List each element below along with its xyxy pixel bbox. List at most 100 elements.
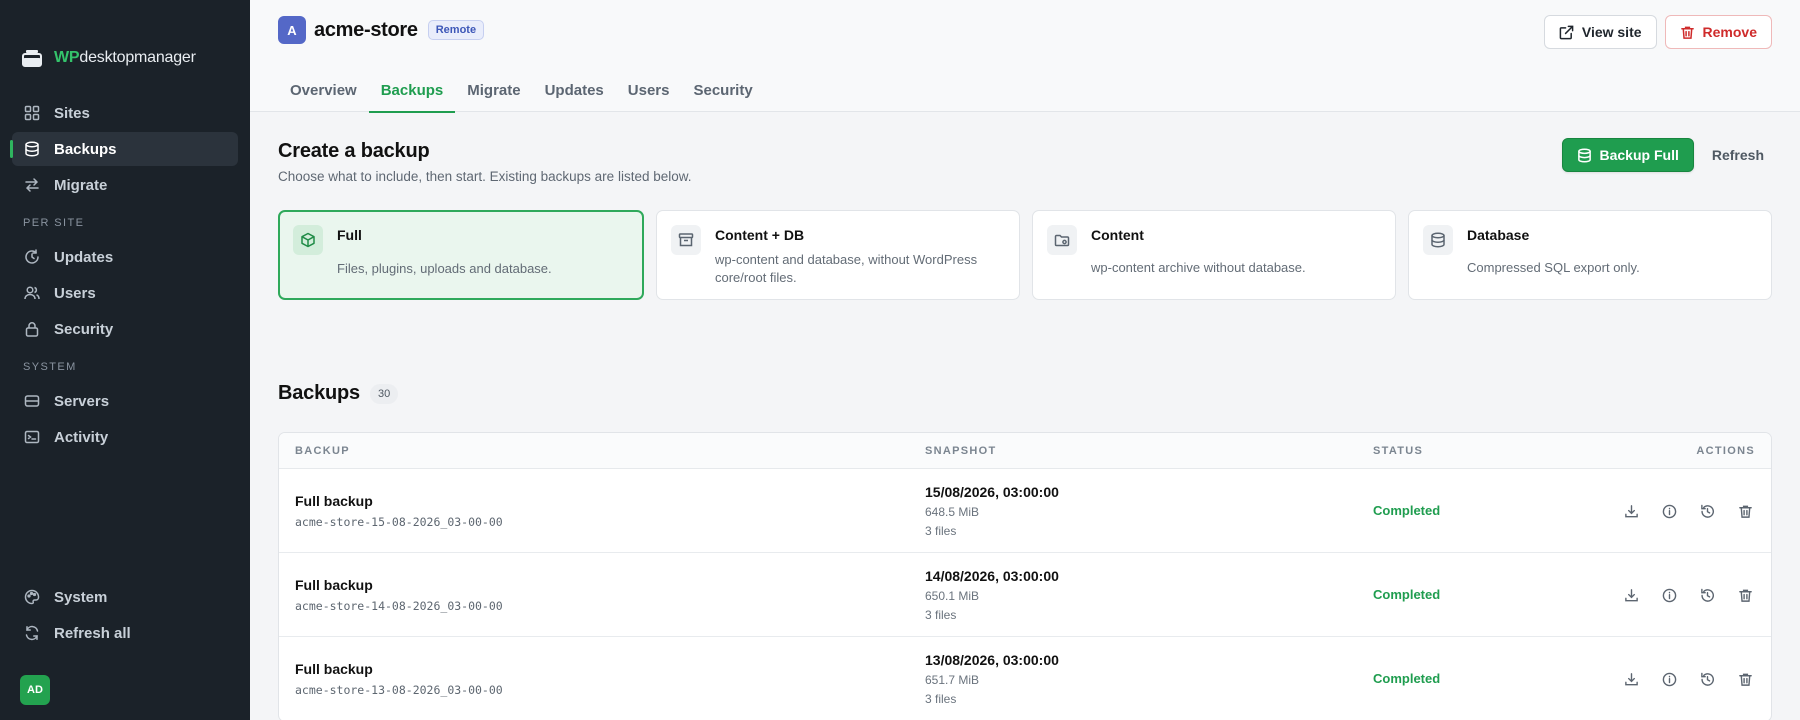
row-actions (1619, 667, 1757, 691)
sidebar-item-sites[interactable]: Sites (12, 96, 238, 130)
refresh-button[interactable]: Refresh (1704, 138, 1772, 172)
option-title: Full (337, 227, 362, 243)
snapshot-size: 648.5 MiB (925, 505, 980, 519)
sidebar-item-updates[interactable]: Updates (12, 240, 238, 274)
sidebar-item-refresh-all[interactable]: Refresh all (12, 616, 238, 650)
snapshot-size: 650.1 MiB (925, 589, 980, 603)
status-badge: Completed (1373, 503, 1441, 518)
tab-security[interactable]: Security (681, 76, 764, 112)
row-actions (1619, 499, 1757, 523)
sidebar-item-label: Backups (54, 140, 117, 158)
info-icon[interactable] (1657, 499, 1681, 523)
backups-page: Create a backup Choose what to include, … (278, 112, 1773, 720)
refresh-icon (24, 625, 40, 641)
download-icon[interactable] (1619, 667, 1643, 691)
tab-backups[interactable]: Backups (368, 76, 456, 113)
brand-logo-icon (22, 48, 42, 68)
database-icon (24, 141, 40, 157)
option-title: Database (1467, 227, 1530, 243)
snapshot-files: 3 files (925, 692, 957, 706)
database-icon (1423, 225, 1453, 255)
cube-icon (293, 225, 323, 255)
table-row: Full backup acme-store-15-08-2026_03-00-… (279, 469, 1771, 553)
backup-option-content-db[interactable]: Content + DB wp-content and database, wi… (656, 210, 1020, 300)
archive-icon (671, 225, 701, 255)
sidebar-item-system[interactable]: System (12, 580, 238, 614)
trash-icon[interactable] (1733, 667, 1757, 691)
column-header-backup: BACKUP (295, 444, 350, 457)
sidebar-item-activity[interactable]: Activity (12, 420, 238, 454)
backup-id: acme-store-13-08-2026_03-00-00 (295, 683, 503, 697)
sidebar-section-system: SYSTEM (23, 361, 77, 373)
snapshot-date: 14/08/2026, 03:00:00 (925, 568, 1059, 584)
sidebar-item-users[interactable]: Users (12, 276, 238, 310)
view-site-button[interactable]: View site (1543, 15, 1657, 49)
brand-name: WPdesktopmanager (54, 49, 196, 66)
trash-icon[interactable] (1733, 583, 1757, 607)
trash-icon[interactable] (1733, 499, 1757, 523)
sidebar-item-label: Refresh all (54, 624, 131, 642)
option-description: Files, plugins, uploads and database. (337, 261, 552, 276)
sidebar-item-migrate[interactable]: Migrate (12, 168, 238, 202)
sidebar: WPdesktopmanager Sites Backups Migrate P… (0, 0, 250, 720)
backups-count-badge: 30 (369, 383, 399, 404)
info-icon[interactable] (1657, 583, 1681, 607)
users-icon (24, 285, 40, 301)
backup-type-options: Full Files, plugins, uploads and databas… (278, 210, 1772, 300)
restore-icon[interactable] (1695, 499, 1719, 523)
user-avatar[interactable]: AD (20, 675, 50, 705)
backup-name: Full backup (295, 493, 373, 509)
tab-migrate[interactable]: Migrate (455, 76, 532, 112)
sidebar-item-label: Users (54, 284, 96, 302)
remove-button[interactable]: Remove (1664, 15, 1772, 49)
column-header-status: STATUS (1373, 444, 1424, 457)
info-icon[interactable] (1657, 667, 1681, 691)
brand[interactable]: WPdesktopmanager (22, 48, 196, 68)
option-title: Content + DB (715, 227, 805, 243)
backup-option-full[interactable]: Full Files, plugins, uploads and databas… (278, 210, 644, 300)
download-icon[interactable] (1619, 499, 1643, 523)
restore-icon[interactable] (1695, 583, 1719, 607)
external-link-icon (1559, 25, 1574, 40)
tab-overview[interactable]: Overview (278, 76, 369, 112)
backups-title: Backups (278, 382, 360, 404)
restore-icon[interactable] (1695, 667, 1719, 691)
sidebar-item-label: Updates (54, 248, 114, 266)
create-backup-subtitle: Choose what to include, then start. Exis… (278, 169, 692, 184)
sidebar-item-security[interactable]: Security (12, 312, 238, 346)
sidebar-item-label: Activity (54, 428, 109, 446)
backup-option-database[interactable]: Database Compressed SQL export only. (1408, 210, 1772, 300)
column-header-actions: ACTIONS (1696, 444, 1755, 457)
site-avatar: A (278, 16, 306, 44)
backup-full-button[interactable]: Backup Full (1561, 138, 1694, 172)
snapshot-files: 3 files (925, 524, 957, 538)
tab-updates[interactable]: Updates (533, 76, 616, 112)
site-name: acme-store (314, 18, 418, 41)
download-icon[interactable] (1619, 583, 1643, 607)
sidebar-item-backups[interactable]: Backups (10, 132, 238, 166)
site-tabs: Overview Backups Migrate Updates Users S… (278, 76, 765, 113)
snapshot-files: 3 files (925, 608, 957, 622)
palette-icon (24, 589, 40, 605)
tab-users[interactable]: Users (616, 76, 682, 112)
backups-table: BACKUP SNAPSHOT STATUS ACTIONS Full back… (278, 432, 1772, 720)
site-heading: A acme-store Remote (278, 16, 485, 44)
arrows-swap-icon (24, 177, 40, 193)
site-header: A acme-store Remote View site Remove Ove… (250, 0, 1800, 113)
backup-option-content[interactable]: Content wp-content archive without datab… (1032, 210, 1396, 300)
snapshot-date: 13/08/2026, 03:00:00 (925, 652, 1059, 668)
snapshot-date: 15/08/2026, 03:00:00 (925, 484, 1059, 500)
sidebar-item-servers[interactable]: Servers (12, 384, 238, 418)
table-header: BACKUP SNAPSHOT STATUS ACTIONS (279, 433, 1771, 469)
table-row: Full backup acme-store-13-08-2026_03-00-… (279, 637, 1771, 720)
site-type-badge: Remote (427, 20, 485, 40)
sidebar-item-label: Security (54, 320, 114, 338)
sidebar-section-per-site: PER SITE (23, 217, 85, 229)
create-backup-actions: Backup Full Refresh (1561, 138, 1773, 172)
option-title: Content (1091, 227, 1144, 243)
option-description: Compressed SQL export only. (1467, 260, 1640, 275)
backups-header: Backups 30 (278, 382, 399, 405)
terminal-icon (24, 429, 40, 445)
backup-id: acme-store-15-08-2026_03-00-00 (295, 515, 503, 529)
backup-name: Full backup (295, 661, 373, 677)
